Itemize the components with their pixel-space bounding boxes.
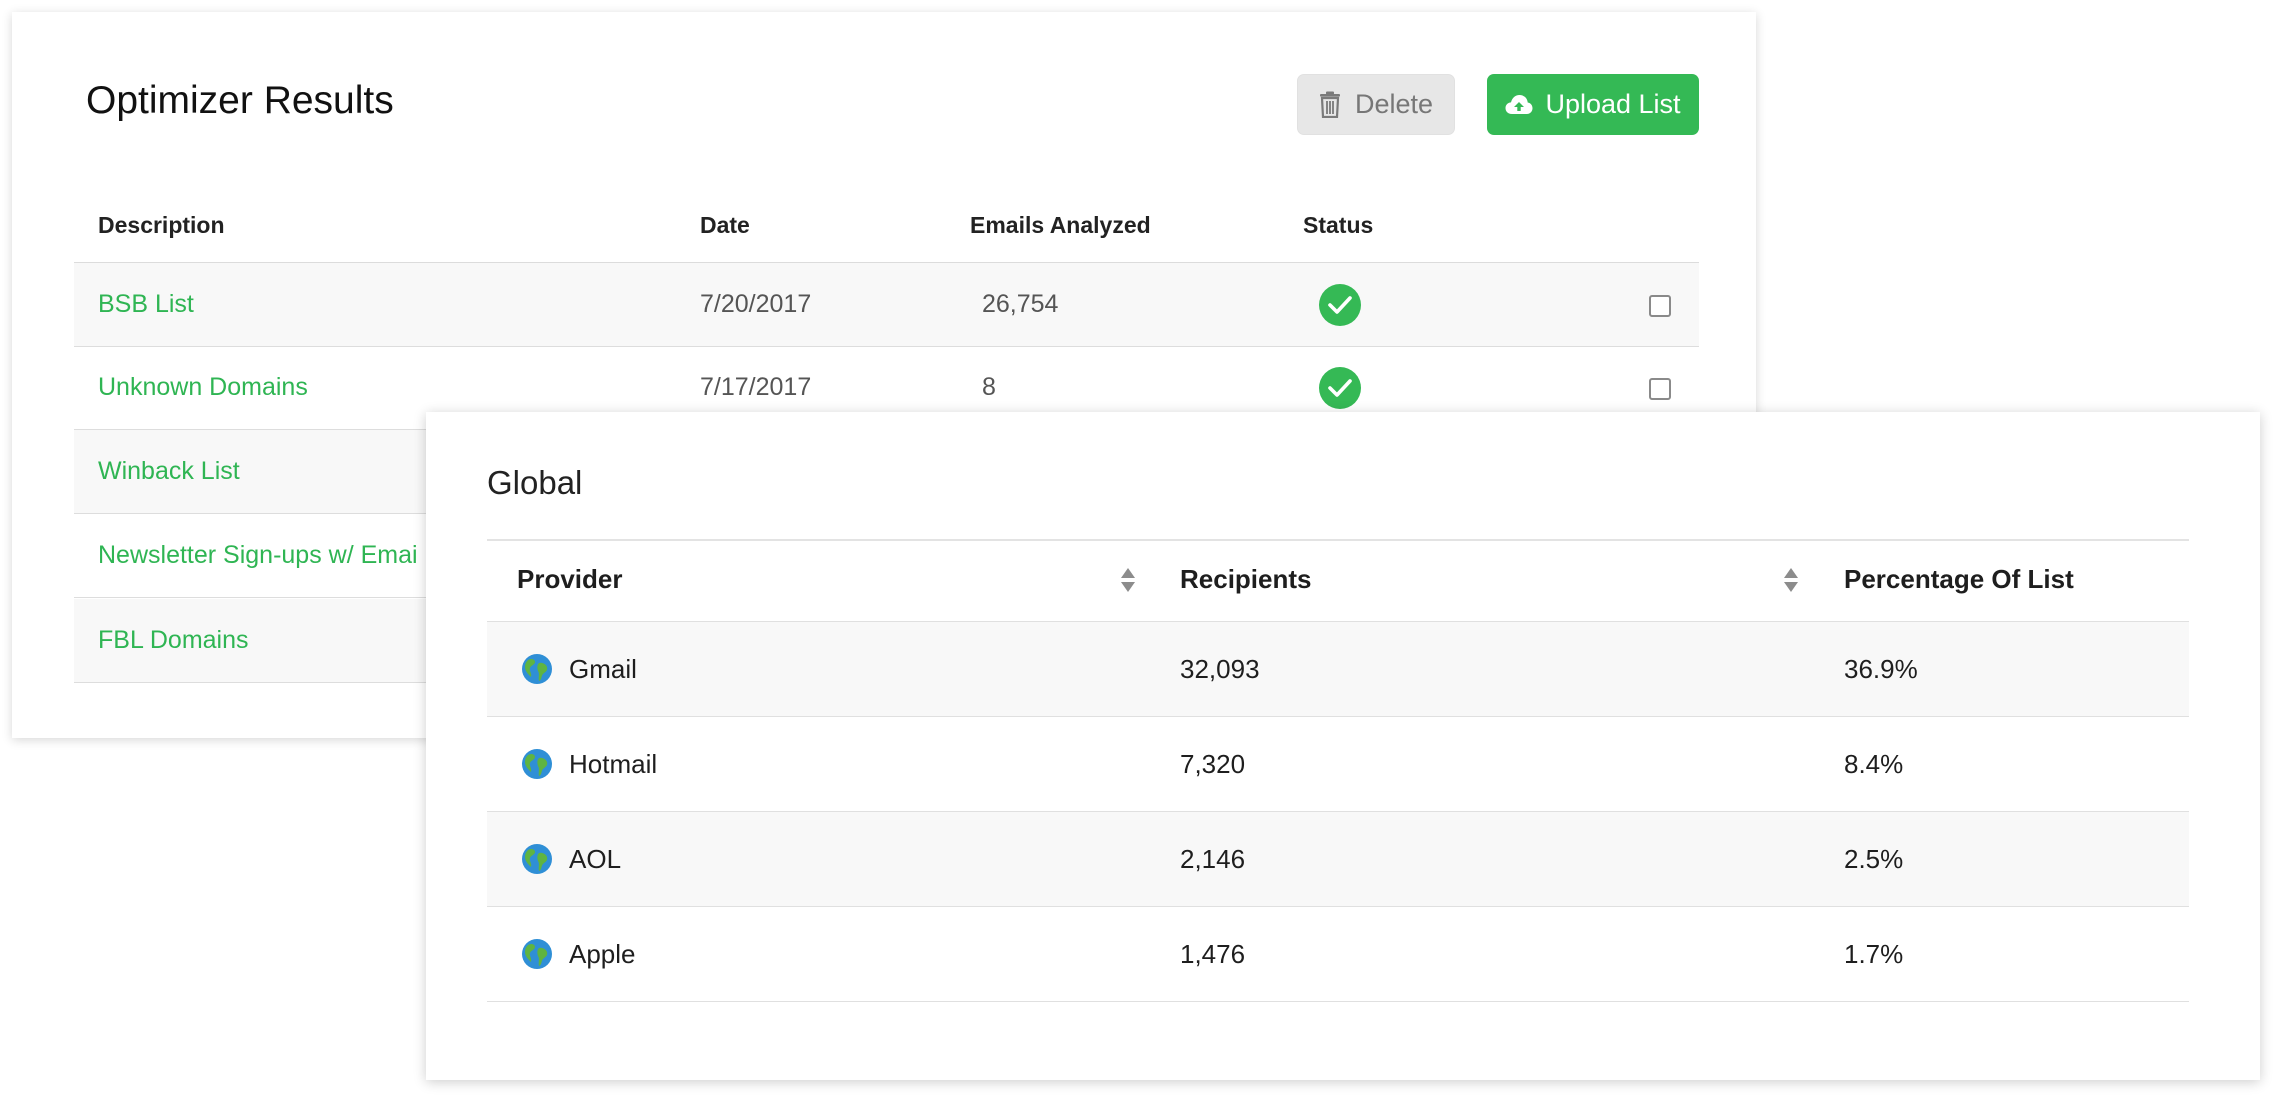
optimizer-table-header: Description Date Emails Analyzed Status: [74, 198, 1699, 264]
recipients-value: 1,476: [1180, 939, 1246, 969]
provider-name: Hotmail: [569, 749, 658, 779]
global-card-title: Global: [487, 464, 583, 501]
column-header-status: Status: [1303, 212, 1374, 238]
row-select-checkbox[interactable]: [1649, 295, 1671, 317]
global-provider-card: Global Provider Recipients Percentage Of…: [426, 412, 2260, 1080]
row-description-link[interactable]: BSB List: [98, 263, 194, 346]
column-header-emails-analyzed: Emails Analyzed: [970, 212, 1151, 238]
sort-icon[interactable]: [1783, 567, 1799, 598]
row-description-link[interactable]: Unknown Domains: [98, 346, 308, 429]
table-row: Hotmail 7,320 8.4%: [487, 717, 2189, 812]
cloud-upload-icon: [1505, 94, 1533, 116]
column-header-date: Date: [700, 212, 750, 238]
globe-icon: [521, 938, 553, 975]
recipients-value: 32,093: [1180, 654, 1260, 684]
provider-name: AOL: [569, 844, 622, 874]
table-row: Apple 1,476 1.7%: [487, 907, 2189, 1002]
upload-list-button[interactable]: Upload List: [1487, 74, 1699, 135]
column-header-percentage[interactable]: Percentage Of List: [1844, 564, 2074, 595]
recipients-value: 7,320: [1180, 749, 1246, 779]
globe-icon: [521, 843, 553, 880]
table-row: BSB List 7/20/2017 26,754: [74, 263, 1699, 347]
percentage-value: 1.7%: [1844, 939, 1904, 969]
provider-name: Apple: [569, 939, 636, 969]
column-header-recipients[interactable]: Recipients: [1180, 564, 1312, 595]
row-description-link[interactable]: FBL Domains: [98, 599, 249, 682]
globe-icon: [521, 748, 553, 785]
delete-button[interactable]: Delete: [1297, 74, 1455, 135]
table-row: AOL 2,146 2.5%: [487, 812, 2189, 907]
row-description-link[interactable]: Winback List: [98, 430, 240, 513]
provider-table-header: Provider Recipients Percentage Of List: [487, 539, 2189, 623]
row-description-link[interactable]: Newsletter Sign-ups w/ Emai: [98, 514, 418, 597]
column-header-description: Description: [98, 212, 225, 238]
delete-button-label: Delete: [1354, 89, 1434, 119]
row-emails-analyzed: 26,754: [982, 290, 1059, 318]
upload-list-button-label: Upload List: [1545, 89, 1681, 119]
percentage-value: 2.5%: [1844, 844, 1904, 874]
table-row: Gmail 32,093 36.9%: [487, 622, 2189, 717]
percentage-value: 36.9%: [1844, 654, 1918, 684]
check-icon: [1319, 367, 1361, 409]
check-icon: [1319, 284, 1361, 326]
provider-name: Gmail: [569, 654, 637, 684]
recipients-value: 2,146: [1180, 844, 1246, 874]
trash-icon: [1319, 91, 1341, 118]
page-title: Optimizer Results: [86, 79, 394, 122]
row-select-checkbox[interactable]: [1649, 378, 1671, 400]
column-header-provider[interactable]: Provider: [517, 564, 623, 595]
row-date: 7/20/2017: [700, 290, 812, 318]
globe-icon: [521, 653, 553, 690]
percentage-value: 8.4%: [1844, 749, 1904, 779]
sort-icon[interactable]: [1120, 567, 1136, 598]
